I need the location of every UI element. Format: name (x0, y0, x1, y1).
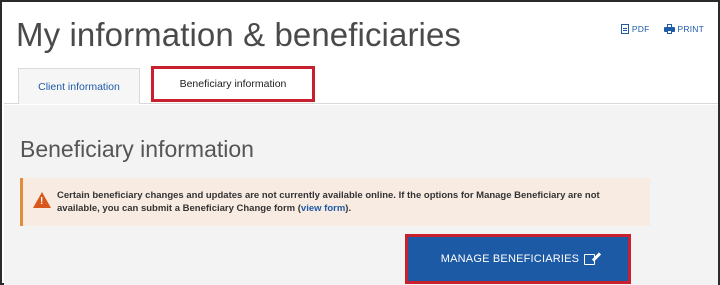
warning-icon: ! (33, 192, 51, 208)
alert-message: Certain beneficiary changes and updates … (57, 190, 600, 214)
page-title: My information & beneficiaries (16, 16, 462, 53)
section-title: Beneficiary information (20, 136, 254, 162)
print-link[interactable]: PRINT (663, 24, 705, 34)
pdf-label: PDF (631, 24, 650, 34)
tab-client-information[interactable]: Client information (18, 68, 140, 104)
edit-icon (584, 253, 596, 265)
page-header: My information & beneficiaries PDF PRINT (4, 4, 718, 60)
tab-bar: Client information Beneficiary informati… (4, 60, 718, 104)
header-actions: PDF PRINT (620, 24, 705, 34)
pdf-link[interactable]: PDF (620, 24, 650, 34)
print-icon (663, 24, 675, 34)
page-frame: My information & beneficiaries PDF PRINT… (0, 0, 720, 285)
warning-alert: ! Certain beneficiary changes and update… (20, 178, 650, 226)
manage-beneficiaries-button[interactable]: MANAGE BENEFICIARIES (405, 234, 631, 284)
manage-beneficiaries-label: MANAGE BENEFICIARIES (440, 253, 580, 265)
print-label: PRINT (677, 24, 704, 34)
main-content: Beneficiary information ! Certain benefi… (4, 105, 718, 285)
tab-beneficiary-information[interactable]: Beneficiary information (151, 66, 315, 102)
pdf-icon (620, 24, 629, 34)
view-form-link[interactable]: view form (301, 203, 345, 214)
